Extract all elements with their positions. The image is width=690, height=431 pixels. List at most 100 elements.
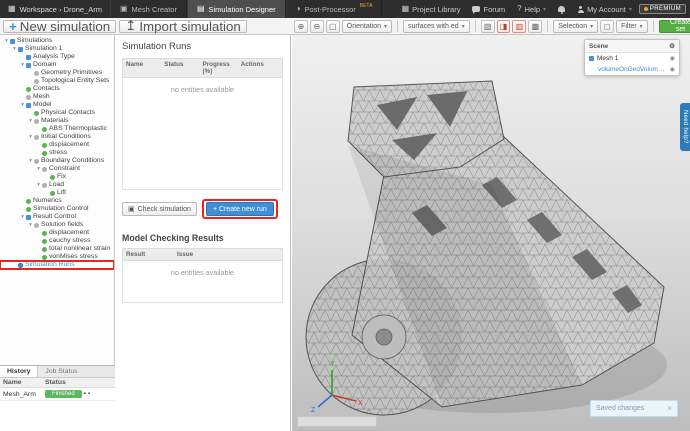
tab-simulation-designer[interactable]: ▤ Simulation Designer — [186, 0, 286, 18]
row-action-icon[interactable]: ▪ — [84, 391, 86, 397]
runs-col-progress: Progress (%) — [202, 61, 230, 75]
help-menu[interactable]: ? Help ▾ — [512, 5, 551, 14]
tree-item-load[interactable]: ▾ Load — [0, 181, 114, 189]
tree-item-abs-thermoplastic[interactable]: ABS Thermoplastic — [0, 125, 114, 133]
display-mode-dropdown[interactable]: surfaces with ed ▾ — [403, 19, 470, 33]
selection-label: Selection — [558, 22, 588, 30]
tab-post-processor[interactable]: ◑ Post-Processor BETA — [285, 0, 383, 18]
my-account-menu[interactable]: My Account ▾ — [572, 5, 637, 14]
tree-item-fix[interactable]: Fix — [0, 173, 114, 181]
tree-item-lift[interactable]: Lift — [0, 189, 114, 197]
box-select-icon[interactable]: ◻ — [600, 19, 615, 33]
check-simulation-button[interactable]: ▣ Check simulation — [122, 202, 197, 216]
expand-arrow-icon[interactable]: ▾ — [27, 117, 34, 125]
expand-arrow-icon[interactable]: ▾ — [27, 133, 34, 141]
tree-item-label: Topological Entity Sets — [41, 77, 110, 84]
filter-dropdown[interactable]: Filter ▾ — [616, 19, 648, 33]
tree-item-domain[interactable]: ▾ Domain — [0, 61, 114, 69]
tab-mesh-creator[interactable]: ▣ Mesh Creator — [109, 0, 187, 18]
zoom-out-icon[interactable]: ⊖ — [309, 19, 324, 33]
clock-bullet-icon — [18, 262, 23, 268]
highlight-faces-tool-icon[interactable]: ◨ — [496, 19, 511, 33]
tree-item-simulation-control[interactable]: Simulation Control — [0, 205, 114, 213]
tree-item-contacts[interactable]: Contacts — [0, 85, 114, 93]
selection-dropdown[interactable]: Selection ▾ — [553, 19, 599, 33]
tree-item-displacement[interactable]: displacement — [0, 229, 114, 237]
tab-label: Simulation Designer — [208, 4, 276, 14]
tree-item-solution-fields[interactable]: ▾ Solution fields — [0, 221, 114, 229]
tree-item-simulation-1[interactable]: ▾ Simulation 1 — [0, 45, 114, 53]
tree-item-mesh[interactable]: Mesh — [0, 93, 114, 101]
tree-item-cauchy-stress[interactable]: cauchy stress — [0, 237, 114, 245]
import-simulation-button[interactable]: ↥ Import simulation — [119, 18, 247, 34]
hide-faces-tool-icon[interactable]: ▥ — [512, 19, 527, 33]
tree-item-result-control[interactable]: ▾ Result Control — [0, 213, 114, 221]
tree-item-label: Analysis Type — [33, 53, 75, 60]
tree-item-total-nonlinear-strain[interactable]: total nonlinear strain — [0, 245, 114, 253]
mesh-display-tool-icon[interactable]: ▧ — [480, 19, 495, 33]
axis-x-label: X — [358, 400, 363, 407]
zoom-fit-icon[interactable]: ▢ — [325, 19, 340, 33]
expand-arrow-icon[interactable]: ▾ — [3, 37, 10, 45]
expand-arrow-icon[interactable]: ▾ — [27, 221, 34, 229]
expand-arrow-icon[interactable]: ▾ — [35, 165, 42, 173]
need-help-tab[interactable]: Need help? — [680, 103, 690, 151]
tree-item-constraint[interactable]: ▾ Constraint — [0, 165, 114, 173]
project-library-button[interactable]: ▦ Project Library — [397, 5, 466, 14]
tree-item-topological-entity-sets[interactable]: Topological Entity Sets — [0, 77, 114, 85]
new-simulation-button[interactable]: + New simulation — [3, 19, 117, 34]
eye-icon[interactable]: ◉ — [670, 66, 675, 73]
tree-item-model[interactable]: ▾ Model — [0, 101, 114, 109]
status-badge: Finished — [45, 390, 82, 398]
isolate-tool-icon[interactable]: ▩ — [528, 19, 543, 33]
simulation-designer-icon: ▤ — [196, 4, 205, 13]
expand-arrow-icon[interactable]: ▾ — [19, 213, 26, 221]
expand-arrow-icon[interactable]: ▾ — [19, 61, 26, 69]
viewport-hint-box — [297, 416, 377, 427]
viewport-3d[interactable]: Scene ⚙ Mesh 1 ◉ volumeOnGeoVolumes_0 ◉ … — [292, 35, 690, 431]
tab-history[interactable]: History — [0, 366, 39, 377]
tree-item-initial-conditions[interactable]: ▾ Initial Conditions — [0, 133, 114, 141]
tree-item-boundary-conditions[interactable]: ▾ Boundary Conditions — [0, 157, 114, 165]
notifications-button[interactable] — [553, 6, 570, 14]
tree-item-vonmises-stress[interactable]: vonMises stress — [0, 253, 114, 261]
row-action-icon[interactable]: ▪ — [88, 391, 90, 397]
create-set-button[interactable]: Create set — [658, 19, 690, 33]
green-bullet-icon — [26, 206, 31, 212]
tree-item-stress[interactable]: stress — [0, 149, 114, 157]
eye-icon[interactable]: ◉ — [670, 55, 675, 62]
workspace-grid-icon: ▦ — [8, 4, 16, 13]
zoom-in-icon[interactable]: ⊕ — [294, 19, 308, 33]
tree-item-simulation-runs[interactable]: Simulation Runs — [0, 260, 114, 270]
history-panel: History Job Status Name Status Mesh_Arm … — [0, 365, 115, 431]
toolbar: + New simulation ↥ Import simulation ⊕ ⊖… — [0, 18, 690, 35]
tab-job-status[interactable]: Job Status — [38, 366, 84, 377]
tree-item-geometry-primitives[interactable]: Geometry Primitives — [0, 69, 114, 77]
tree-item-simulations[interactable]: ▾ Simulations — [0, 37, 114, 45]
orientation-dropdown[interactable]: Orientation ▾ — [341, 19, 393, 33]
expand-arrow-icon[interactable]: ▾ — [27, 157, 34, 165]
tree-item-numerics[interactable]: Numerics — [0, 197, 114, 205]
person-icon — [577, 5, 584, 13]
tree-item-displacement[interactable]: displacement — [0, 141, 114, 149]
expand-arrow-icon[interactable]: ▾ — [35, 181, 42, 189]
tree-item-materials[interactable]: ▾ Materials — [0, 117, 114, 125]
create-new-run-button[interactable]: + Create new run — [205, 202, 274, 216]
scene-item-mesh[interactable]: Mesh 1 ◉ — [585, 53, 679, 64]
forum-button[interactable]: Forum — [467, 5, 510, 14]
tree-item-analysis-type[interactable]: Analysis Type — [0, 53, 114, 61]
import-simulation-label: Import simulation — [139, 18, 241, 34]
saved-changes-toast: Saved changes × — [590, 400, 678, 417]
tree-item-physical-contacts[interactable]: Physical Contacts — [0, 109, 114, 117]
expand-arrow-icon[interactable]: ▾ — [19, 101, 26, 109]
scene-item-volume[interactable]: volumeOnGeoVolumes_0 ◉ — [585, 64, 679, 75]
gear-icon[interactable]: ⚙ — [669, 42, 675, 50]
history-table-header: Name Status — [0, 378, 115, 388]
tree-item-label: Simulation Control — [33, 205, 89, 212]
expand-arrow-icon[interactable]: ▾ — [11, 45, 18, 53]
workspace-breadcrumb[interactable]: ▦ Workspace › Drone_Arm — [0, 0, 110, 18]
gray-bullet-icon — [42, 182, 47, 188]
blue-bullet-icon — [26, 102, 31, 108]
close-icon[interactable]: × — [667, 404, 672, 413]
history-row[interactable]: Mesh_Arm Finished ▪ ▪ — [0, 388, 115, 401]
